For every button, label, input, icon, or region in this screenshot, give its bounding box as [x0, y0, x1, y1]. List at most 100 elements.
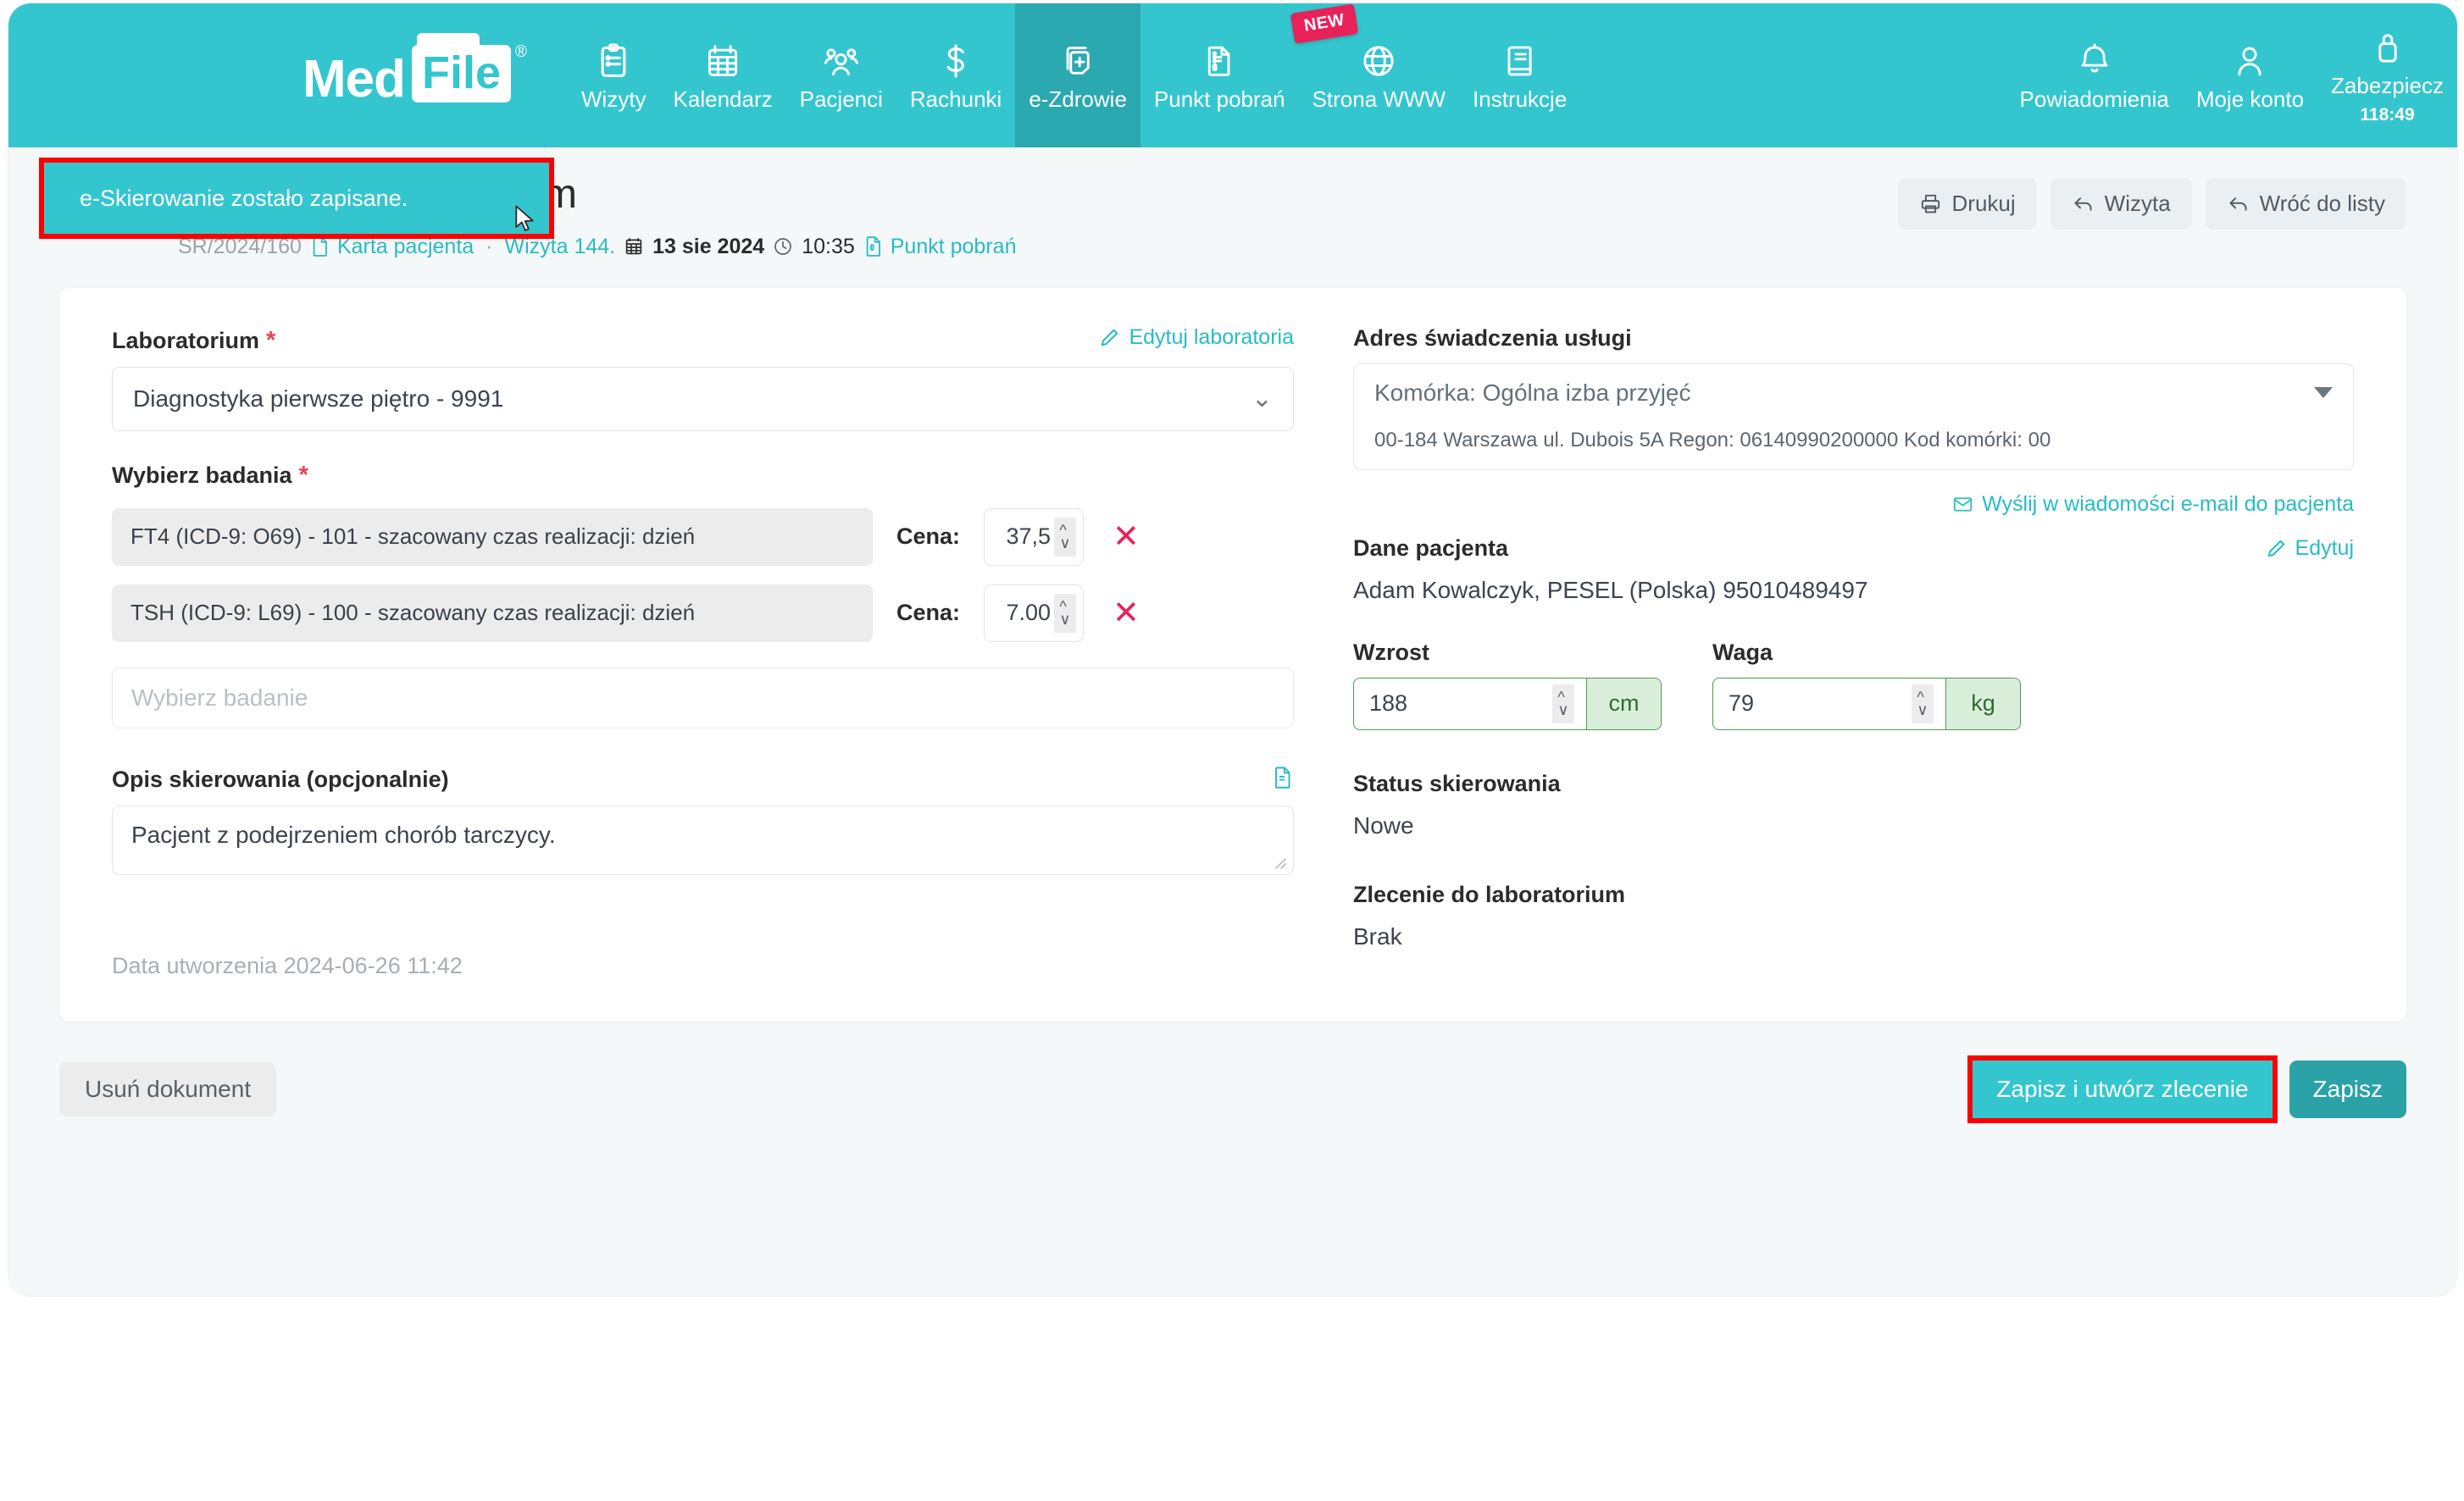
form-left-column: Laboratorium * Edytuj laboratoria Diagno… — [112, 325, 1294, 979]
required-asterisk: * — [266, 327, 275, 355]
measurements-row: Wzrost 188 ^∨ cm Waga — [1353, 640, 2354, 730]
price-stepper[interactable]: 37,5 ^∨ — [984, 508, 1084, 566]
study-name-field[interactable]: FT4 (ICD-9: O69) - 101 - szacowany czas … — [112, 508, 873, 566]
nav-item-rachunki[interactable]: Rachunki — [896, 3, 1015, 147]
new-badge: NEW — [1290, 3, 1358, 43]
document-icon — [1200, 42, 1239, 80]
weight-input[interactable]: 79 ^∨ kg — [1712, 678, 2021, 730]
email-link-row: Wyślij w wiadomości e-mail do pacjenta — [1353, 492, 2354, 517]
caret-down-icon — [2314, 387, 2333, 398]
remove-study-icon[interactable]: ✕ — [1113, 521, 1140, 553]
pencil-icon — [1099, 327, 1120, 348]
edit-patient-link[interactable]: Edytuj — [2266, 536, 2354, 561]
stepper-arrows-icon[interactable]: ^∨ — [1552, 684, 1574, 723]
study-name-field[interactable]: TSH (ICD-9: L69) - 100 - szacowany czas … — [112, 584, 873, 642]
save-and-create-order-button[interactable]: Zapisz i utwórz zlecenie — [1973, 1061, 2272, 1118]
envelope-icon — [1952, 494, 1973, 515]
nav-item-punkt-pobran[interactable]: Punkt pobrań — [1140, 3, 1299, 147]
send-email-to-patient-link[interactable]: Wyślij w wiadomości e-mail do pacjenta — [1952, 492, 2354, 517]
referral-form-card: Laboratorium * Edytuj laboratoria Diagno… — [59, 288, 2406, 1022]
laboratory-label-text: Laboratorium — [112, 328, 259, 354]
nav-label-strona-www: Strona WWW — [1312, 88, 1446, 110]
weight-value-wrap: 79 ^∨ — [1713, 678, 1945, 729]
laboratory-label: Laboratorium * — [112, 327, 275, 355]
print-button[interactable]: Drukuj — [1898, 178, 2037, 230]
logo-text-med: Med — [302, 45, 405, 106]
required-asterisk: * — [299, 462, 308, 490]
nav-label-instrukcje: Instrukcje — [1473, 88, 1567, 110]
send-email-label: Wyślij w wiadomości e-mail do pacjenta — [1982, 492, 2354, 517]
weight-label: Waga — [1712, 640, 2021, 666]
screenshot-root: Med File ® — [0, 0, 2464, 1501]
visit-button[interactable]: Wizyta — [2051, 178, 2192, 230]
address-detail: 00-184 Warszawa ul. Dubois 5A Regon: 061… — [1354, 422, 2353, 469]
nav-item-instrukcje[interactable]: Instrukcje — [1459, 3, 1580, 147]
arrow-back-icon — [2072, 192, 2095, 215]
weight-unit: kg — [1945, 678, 2020, 729]
nav-item-e-zdrowie[interactable]: e-Zdrowie — [1015, 3, 1140, 147]
delete-document-button[interactable]: Usuń dokument — [59, 1062, 276, 1116]
referral-status-label: Status skierowania — [1353, 771, 2354, 797]
user-icon — [2230, 42, 2269, 80]
price-label: Cena: — [896, 523, 960, 550]
nav-item-strona-www[interactable]: NEW Strona WWW — [1299, 3, 1459, 147]
remove-study-icon[interactable]: ✕ — [1113, 597, 1140, 629]
breadcrumb-label-punkt-pobran: Punkt pobrań — [891, 235, 1017, 259]
file-icon — [310, 235, 330, 258]
bell-icon — [2075, 42, 2114, 80]
add-study-input[interactable]: Wybierz badanie — [112, 667, 1294, 728]
height-input[interactable]: 188 ^∨ cm — [1353, 678, 1662, 730]
nav-item-kalendarz[interactable]: Kalendarz — [660, 3, 786, 147]
nav-item-moje-konto[interactable]: Moje konto — [2183, 3, 2317, 147]
stepper-arrows-icon[interactable]: ^∨ — [1912, 684, 1934, 723]
toast-notification[interactable]: e-Skierowanie zostało zapisane. — [44, 163, 549, 234]
price-stepper[interactable]: 7.00 ^∨ — [984, 584, 1084, 642]
toast-message: e-Skierowanie zostało zapisane. — [80, 186, 408, 212]
nav-item-wizyty[interactable]: Wizyty — [568, 3, 660, 147]
description-template-icon[interactable] — [1272, 766, 1294, 794]
nav-item-pacjenci[interactable]: Pacjenci — [786, 3, 896, 147]
height-label: Wzrost — [1353, 640, 1662, 666]
book-icon — [1501, 42, 1540, 80]
collection-point-icon — [863, 235, 884, 258]
description-textarea[interactable]: Pacjent z podejrzeniem chorób tarczycy. — [112, 806, 1294, 875]
patients-icon — [822, 42, 861, 80]
nav-spacer — [1580, 3, 2006, 147]
nav-label-zabezpiecz: Zabezpiecz — [2331, 75, 2444, 97]
patient-data-title: Dane pacjenta — [1353, 535, 1508, 562]
session-timer: 118:49 — [2360, 106, 2414, 124]
dollar-icon — [936, 42, 975, 80]
nav-item-powiadomienia[interactable]: Powiadomienia — [2006, 3, 2183, 147]
resize-grip-icon[interactable] — [1272, 855, 1287, 870]
studies-label: Wybierz badania * — [112, 462, 1294, 490]
price-value: 37,5 — [995, 523, 1051, 550]
lab-order-block: Zlecenie do laboratorium Brak — [1353, 882, 2354, 950]
edit-laboratories-link[interactable]: Edytuj laboratoria — [1099, 325, 1294, 350]
logo-area: Med File ® — [8, 3, 568, 147]
patient-data-header: Dane pacjenta Edytuj — [1353, 535, 2354, 562]
stepper-arrows-icon[interactable]: ^∨ — [1054, 518, 1076, 557]
nav-label-wizyty: Wizyty — [581, 88, 647, 110]
logo-file-box: File — [412, 45, 511, 102]
nav-item-zabezpiecz[interactable]: Zabezpiecz 118:49 — [2317, 3, 2457, 147]
description-label-row: Opis skierowania (opcjonalnie) — [112, 766, 1294, 794]
nav-label-kalendarz: Kalendarz — [674, 88, 773, 110]
studies-label-text: Wybierz badania — [112, 462, 292, 489]
back-to-list-button[interactable]: Wróć do listy — [2206, 178, 2406, 230]
breadcrumb-link-punkt-pobran[interactable]: Punkt pobrań — [863, 235, 1017, 259]
description-value: Pacjent z podejrzeniem chorób tarczycy. — [131, 822, 556, 848]
laboratory-select[interactable]: Diagnostyka pierwsze piętro - 9991 ⌄ — [112, 367, 1294, 431]
chevron-down-icon: ⌄ — [1251, 386, 1273, 412]
form-right-column: Adres świadczenia usługi Komórka: Ogólna… — [1353, 325, 2354, 979]
save-button[interactable]: Zapisz — [2289, 1061, 2406, 1118]
address-select[interactable]: Komórka: Ogólna izba przyjęć — [1354, 364, 2353, 422]
add-study-placeholder: Wybierz badanie — [131, 684, 308, 712]
created-date: Data utworzenia 2024-06-26 11:42 — [112, 953, 1294, 979]
stepper-arrows-icon[interactable]: ^∨ — [1054, 594, 1076, 633]
breadcrumb-time: 10:35 — [802, 235, 855, 259]
medfile-logo[interactable]: Med File ® — [302, 45, 527, 106]
height-unit: cm — [1586, 678, 1661, 729]
print-button-label: Drukuj — [1952, 191, 2016, 217]
lock-icon — [2368, 28, 2407, 67]
height-group: Wzrost 188 ^∨ cm — [1353, 640, 1662, 730]
